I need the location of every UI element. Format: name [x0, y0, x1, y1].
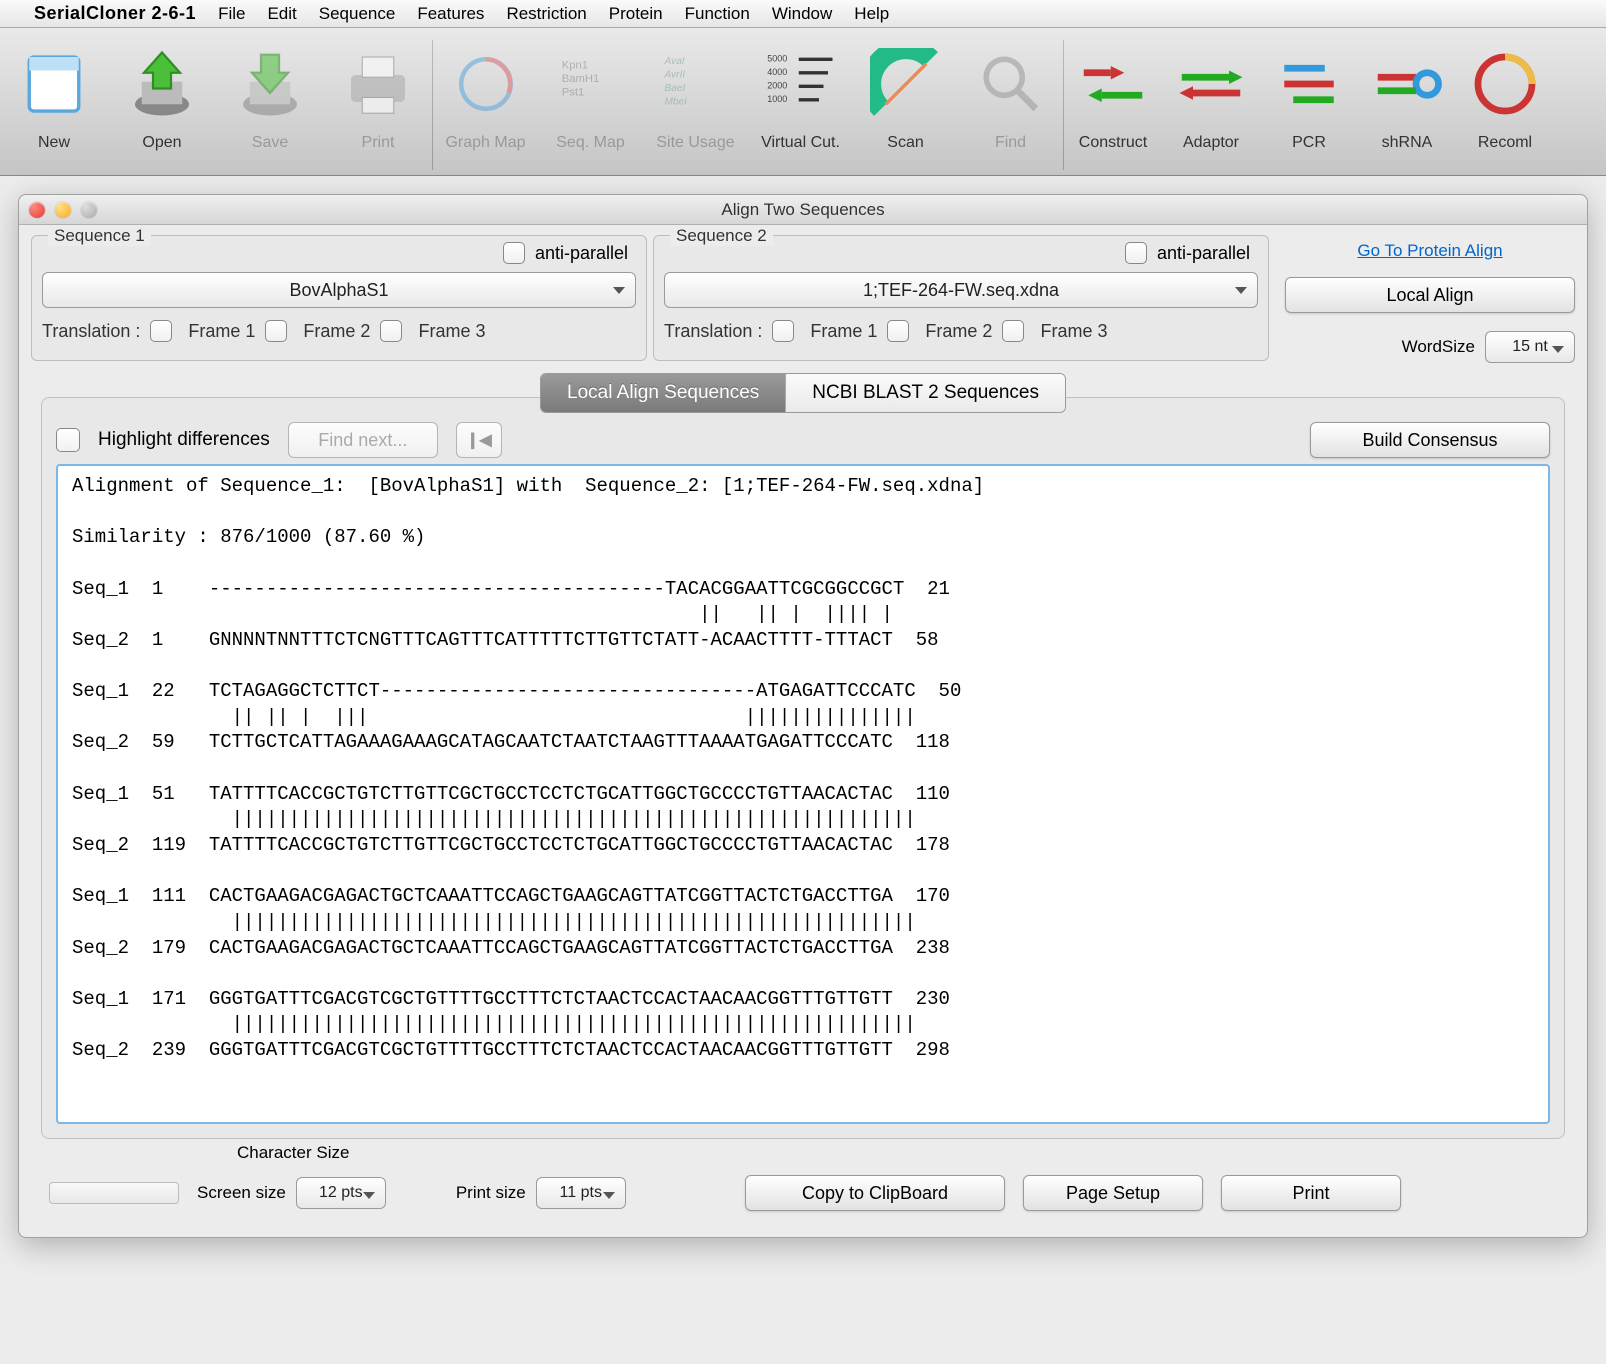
menu-function[interactable]: Function [685, 4, 750, 24]
copy-clipboard-button[interactable]: Copy to ClipBoard [745, 1175, 1005, 1211]
titlebar[interactable]: Align Two Sequences [19, 195, 1587, 225]
tool-seqmap: Kpn1BamH1Pst1 Seq. Map [538, 34, 643, 152]
bottom-bar: Character Size Screen size 12 pts Print … [19, 1149, 1587, 1237]
virtualcut-icon: 5000 4000 2000 1000 [765, 48, 837, 120]
seq1-frame1-checkbox[interactable] [150, 320, 172, 342]
progress-bar [49, 1182, 179, 1204]
build-consensus-button[interactable]: Build Consensus [1310, 422, 1550, 458]
tab-local-align[interactable]: Local Align Sequences [541, 374, 786, 412]
seq2-select[interactable]: 1;TEF-264-FW.seq.xdna [664, 272, 1258, 308]
tool-construct[interactable]: Construct [1064, 34, 1162, 152]
tool-scan[interactable]: Scan [853, 34, 958, 152]
wordsize-select[interactable]: 15 nt [1485, 331, 1575, 363]
alignment-text[interactable]: Alignment of Sequence_1: [BovAlphaS1] wi… [56, 464, 1550, 1124]
protein-align-link[interactable]: Go To Protein Align [1285, 241, 1575, 261]
menu-sequence[interactable]: Sequence [319, 4, 396, 24]
tool-save: Save [216, 34, 324, 152]
highlight-diff-label: Highlight differences [98, 429, 270, 451]
tool-open[interactable]: Open [108, 34, 216, 152]
tabs: Local Align Sequences NCBI BLAST 2 Seque… [540, 373, 1066, 413]
shrna-icon [1371, 48, 1443, 120]
seq2-antiparallel-label: anti-parallel [1157, 243, 1250, 263]
align-window: Align Two Sequences Sequence 1 anti-para… [18, 194, 1588, 1238]
tool-pcr[interactable]: PCR [1260, 34, 1358, 152]
tool-new[interactable]: New [0, 34, 108, 152]
tool-print: Print [324, 34, 432, 152]
seq1-antiparallel-label: anti-parallel [535, 243, 628, 263]
alignment-group: Highlight differences Find next... ❙◀ Bu… [41, 397, 1565, 1139]
print-button[interactable]: Print [1221, 1175, 1401, 1211]
toolbar: New Open Save Print Graph Map Kpn1BamH1P… [0, 28, 1606, 176]
menu-edit[interactable]: Edit [267, 4, 296, 24]
recombl-icon [1469, 48, 1541, 120]
wordsize-label: WordSize [1402, 337, 1475, 357]
page-setup-button[interactable]: Page Setup [1023, 1175, 1203, 1211]
svg-text:5000: 5000 [767, 54, 787, 64]
tool-find: Find [958, 34, 1063, 152]
char-size-title: Character Size [237, 1143, 349, 1163]
seq1-select[interactable]: BovAlphaS1 [42, 272, 636, 308]
scan-icon [870, 48, 942, 120]
menu-protein[interactable]: Protein [609, 4, 663, 24]
menubar: SerialCloner 2-6-1 File Edit Sequence Fe… [0, 0, 1606, 28]
tool-siteusage: AvaIAvrIIBaeIMbeI Site Usage [643, 34, 748, 152]
menu-file[interactable]: File [218, 4, 245, 24]
svg-text:BaeI: BaeI [664, 83, 685, 94]
seq2-frame3-checkbox[interactable] [1002, 320, 1024, 342]
printsize-label: Print size [456, 1183, 526, 1203]
svg-text:MbeI: MbeI [664, 96, 687, 107]
printsize-select[interactable]: 11 pts [536, 1177, 626, 1209]
screensize-select[interactable]: 12 pts [296, 1177, 386, 1209]
svg-text:4000: 4000 [767, 67, 787, 77]
window-title: Align Two Sequences [19, 200, 1587, 220]
seq1-frame2-checkbox[interactable] [265, 320, 287, 342]
print-icon [342, 48, 414, 120]
seq2-frame1-checkbox[interactable] [772, 320, 794, 342]
seq2-frame2-checkbox[interactable] [887, 320, 909, 342]
find-icon [975, 48, 1047, 120]
tool-shrna[interactable]: shRNA [1358, 34, 1456, 152]
svg-text:AvrII: AvrII [663, 69, 685, 80]
highlight-diff-checkbox[interactable] [56, 428, 80, 452]
seq1-legend: Sequence 1 [48, 226, 151, 246]
menu-help[interactable]: Help [854, 4, 889, 24]
svg-text:AvaI: AvaI [663, 56, 684, 67]
find-next-button: Find next... [288, 422, 438, 458]
right-panel: Go To Protein Align Local Align WordSize… [1275, 235, 1575, 363]
app-name[interactable]: SerialCloner 2-6-1 [34, 3, 196, 24]
pcr-icon [1273, 48, 1345, 120]
svg-text:BamH1: BamH1 [561, 73, 599, 85]
seq1-antiparallel-checkbox[interactable] [503, 242, 525, 264]
local-align-button[interactable]: Local Align [1285, 277, 1575, 313]
construct-icon [1077, 48, 1149, 120]
tab-ncbi-blast[interactable]: NCBI BLAST 2 Sequences [786, 374, 1065, 412]
siteusage-icon: AvaI AvrII BaeI MbeI [660, 48, 732, 120]
svg-text:Kpn1: Kpn1 [561, 59, 587, 71]
svg-text:1000: 1000 [767, 94, 787, 104]
open-icon [126, 48, 198, 120]
tool-virtualcut[interactable]: 5000400020001000 Virtual Cut. [748, 34, 853, 152]
screensize-label: Screen size [197, 1183, 286, 1203]
tool-graphmap: Graph Map [433, 34, 538, 152]
save-icon [234, 48, 306, 120]
seq1-frame3-checkbox[interactable] [380, 320, 402, 342]
seq2-antiparallel-checkbox[interactable] [1125, 242, 1147, 264]
svg-text:Pst1: Pst1 [561, 86, 584, 98]
adaptor-icon [1175, 48, 1247, 120]
graphmap-icon [450, 48, 522, 120]
svg-text:2000: 2000 [767, 81, 787, 91]
seqmap-icon: Kpn1 BamH1Pst1 [555, 48, 627, 120]
tool-adaptor[interactable]: Adaptor [1162, 34, 1260, 152]
menu-window[interactable]: Window [772, 4, 832, 24]
tool-recombl[interactable]: Recoml [1456, 34, 1554, 152]
new-icon [18, 48, 90, 120]
seq2-legend: Sequence 2 [670, 226, 773, 246]
menu-features[interactable]: Features [417, 4, 484, 24]
sequence2-panel: Sequence 2 anti-parallel 1;TEF-264-FW.se… [653, 235, 1269, 361]
menu-restriction[interactable]: Restriction [506, 4, 586, 24]
seq2-translation-label: Translation : [664, 321, 762, 342]
seq1-translation-label: Translation : [42, 321, 140, 342]
rewind-button[interactable]: ❙◀ [456, 422, 502, 458]
sequence1-panel: Sequence 1 anti-parallel BovAlphaS1 Tran… [31, 235, 647, 361]
